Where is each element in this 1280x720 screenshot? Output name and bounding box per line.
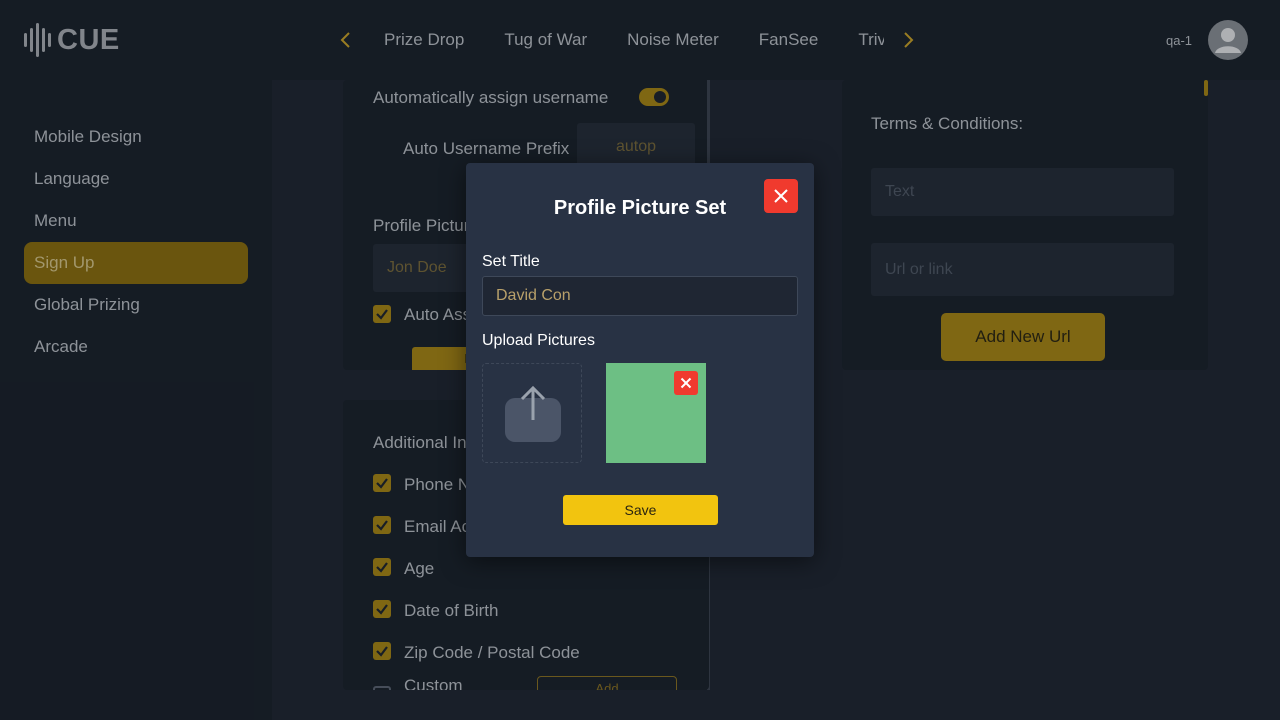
- set-title-input[interactable]: David Con: [482, 276, 798, 316]
- uploaded-picture-thumbnail[interactable]: [606, 363, 706, 463]
- modal-title: Profile Picture Set: [553, 197, 727, 219]
- upload-dropzone[interactable]: [482, 363, 582, 463]
- remove-picture-icon[interactable]: [674, 371, 698, 395]
- upload-pictures-label: Upload Pictures: [482, 332, 595, 349]
- profile-picture-set-modal: Profile Picture Set Set Title David Con …: [466, 163, 814, 557]
- save-button[interactable]: Save: [563, 495, 718, 525]
- close-icon[interactable]: [764, 179, 798, 213]
- set-title-label: Set Title: [482, 253, 540, 270]
- upload-icon: [505, 385, 561, 442]
